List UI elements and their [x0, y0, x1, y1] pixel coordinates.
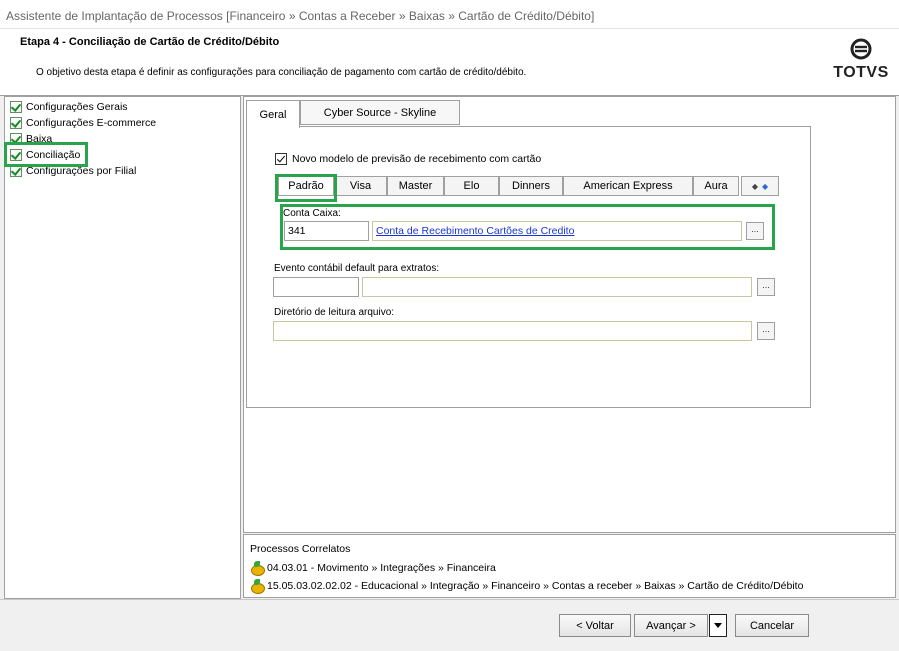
processos-title: Processos Correlatos — [250, 543, 351, 555]
avancar-button[interactable]: Avançar > — [634, 614, 708, 637]
evento-contabil-lookup-button[interactable]: ... — [757, 278, 775, 296]
logo-text: TOTVS — [833, 64, 889, 81]
window-title: Assistente de Implantação de Processos [… — [6, 9, 595, 23]
tab-cyber-source-skyline[interactable]: Cyber Source - Skyline — [300, 100, 460, 125]
highlight-box-padrao — [275, 174, 337, 202]
processo-text: 15.05.03.02.02.02 - Educacional » Integr… — [267, 580, 804, 592]
step-title: Etapa 4 - Conciliação de Cartão de Crédi… — [20, 36, 280, 48]
evento-contabil-code-input[interactable] — [273, 277, 359, 297]
totvs-logo-icon — [850, 38, 872, 60]
cancelar-button[interactable]: Cancelar — [735, 614, 809, 637]
card-tab-master[interactable]: Master — [387, 176, 444, 196]
tab-page-geral: Novo modelo de previsão de recebimento c… — [246, 126, 811, 408]
checked-step-icon — [10, 101, 22, 113]
tab-scroll-arrows[interactable]: ◆ ◆ — [741, 176, 779, 196]
wizard-header: Etapa 4 - Conciliação de Cartão de Crédi… — [0, 29, 899, 96]
tree-item-label: Configurações Gerais — [26, 101, 128, 113]
checkbox-checked-icon — [275, 153, 287, 165]
step-description: O objetivo desta etapa é definir as conf… — [36, 67, 527, 78]
title-bar: Assistente de Implantação de Processos [… — [0, 0, 899, 29]
diretorio-label: Diretório de leitura arquivo: — [274, 307, 395, 318]
arrow-right-icon[interactable]: ◆ — [762, 182, 768, 191]
processos-correlatos-panel: Processos Correlatos 04.03.01 - Moviment… — [243, 534, 896, 598]
diretorio-browse-button[interactable]: ... — [757, 322, 775, 340]
tree-item-label: Configurações E-commerce — [26, 117, 157, 129]
evento-contabil-label: Evento contábil default para extratos: — [274, 263, 440, 274]
totvs-logo: TOTVS — [833, 38, 889, 82]
card-tab-visa[interactable]: Visa — [334, 176, 387, 196]
avancar-dropdown-button[interactable] — [709, 614, 727, 637]
main-panel: Geral Cyber Source - Skyline Novo modelo… — [243, 96, 896, 533]
card-tab-dinners[interactable]: Dinners — [499, 176, 563, 196]
card-tab-american-express[interactable]: American Express — [563, 176, 693, 196]
tab-geral[interactable]: Geral — [246, 100, 300, 128]
diretorio-input[interactable] — [273, 321, 752, 341]
evento-contabil-description-input[interactable] — [362, 277, 752, 297]
card-tab-aura[interactable]: Aura — [693, 176, 739, 196]
voltar-button[interactable]: < Voltar — [559, 614, 631, 637]
novo-modelo-label: Novo modelo de previsão de recebimento c… — [292, 153, 542, 165]
card-tab-elo[interactable]: Elo — [444, 176, 499, 196]
steps-tree: Configurações Gerais Configurações E-com… — [4, 96, 241, 599]
processo-link-movimento[interactable]: 04.03.01 - Movimento » Integrações » Fin… — [250, 561, 496, 576]
highlight-box-conciliacao — [4, 142, 88, 167]
wizard-footer: < Voltar Avançar > Cancelar — [0, 599, 899, 651]
tree-item-configuracoes-ecommerce[interactable]: Configurações E-commerce — [10, 116, 156, 130]
highlight-box-conta-caixa — [280, 204, 775, 250]
checked-step-icon — [10, 117, 22, 129]
process-icon — [250, 579, 265, 594]
processo-text: 04.03.01 - Movimento » Integrações » Fin… — [267, 562, 496, 574]
processo-link-educacional[interactable]: 15.05.03.02.02.02 - Educacional » Integr… — [250, 579, 804, 594]
arrow-left-icon[interactable]: ◆ — [752, 182, 758, 191]
novo-modelo-checkbox[interactable]: Novo modelo de previsão de recebimento c… — [275, 153, 541, 165]
process-icon — [250, 561, 265, 576]
tree-item-configuracoes-gerais[interactable]: Configurações Gerais — [10, 100, 128, 114]
